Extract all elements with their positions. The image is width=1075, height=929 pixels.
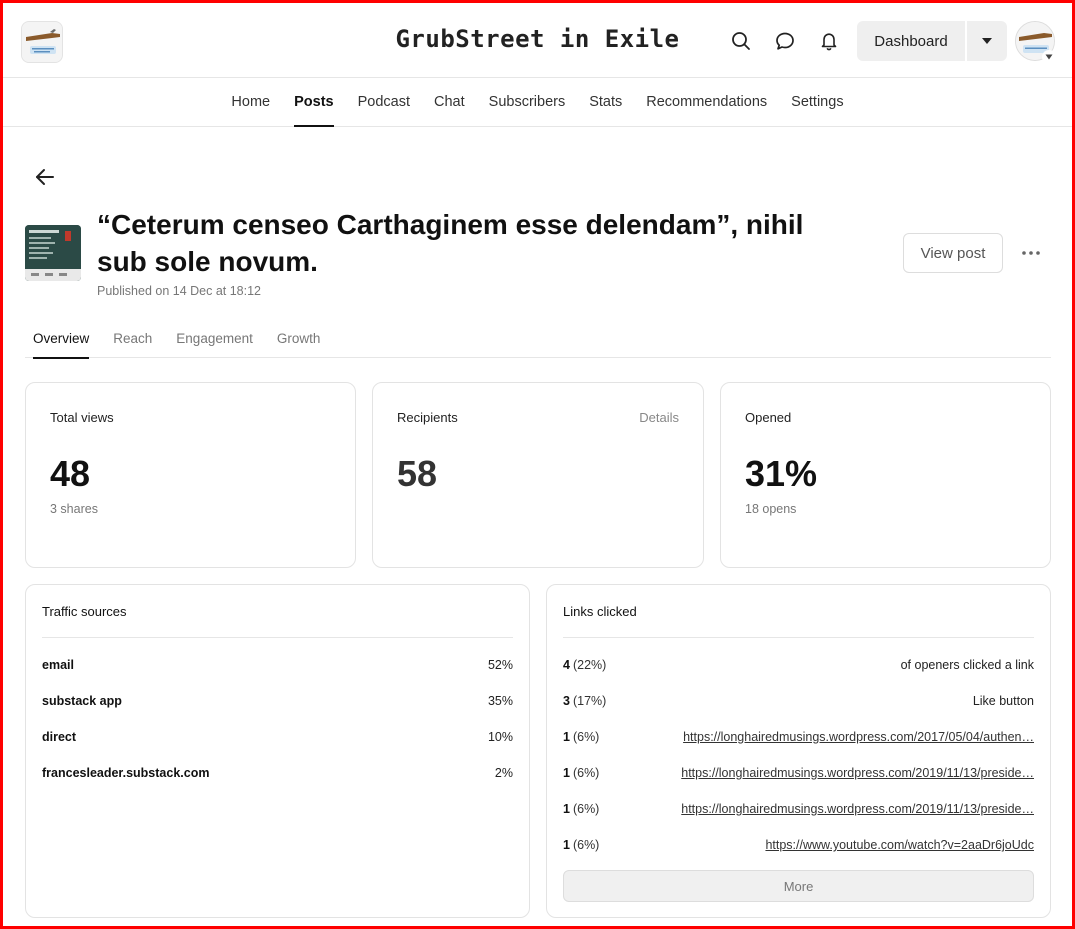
clicked-link[interactable]: https://www.youtube.com/watch?v=2aaDr6jo… bbox=[765, 838, 1034, 852]
list-item: 1 (6%) https://www.youtube.com/watch?v=2… bbox=[563, 835, 1034, 855]
total-views-card: Total views 48 3 shares bbox=[25, 382, 356, 568]
chat-icon[interactable] bbox=[773, 29, 797, 53]
traffic-source-name: email bbox=[42, 658, 74, 672]
traffic-source-pct: 35% bbox=[487, 694, 513, 708]
list-item: 1 (6%) https://longhairedmusings.wordpre… bbox=[563, 799, 1034, 819]
top-bar: GrubStreet in Exile Dashboard bbox=[3, 3, 1072, 78]
click-pct: (22%) bbox=[572, 658, 607, 672]
caret-down-icon bbox=[982, 38, 992, 44]
recipients-details-link[interactable]: Details bbox=[639, 410, 679, 425]
more-links-button[interactable]: More bbox=[563, 870, 1034, 902]
dashboard-dropdown-button[interactable] bbox=[967, 21, 1007, 61]
post-title: “Ceterum censeo Carthaginem esse delenda… bbox=[97, 209, 804, 277]
recipients-value: 58 bbox=[397, 453, 438, 494]
traffic-source-pct: 10% bbox=[487, 730, 513, 744]
traffic-sources-title: Traffic sources bbox=[42, 604, 127, 619]
nav-recommendations[interactable]: Recommendations bbox=[646, 78, 767, 127]
nav-home[interactable]: Home bbox=[231, 78, 270, 127]
traffic-source-pct: 52% bbox=[487, 658, 513, 672]
click-count: 1 bbox=[563, 802, 570, 816]
click-pct: (6%) bbox=[572, 730, 600, 744]
nav-stats[interactable]: Stats bbox=[589, 78, 622, 127]
nav-subscribers[interactable]: Subscribers bbox=[489, 78, 566, 127]
click-label: Like button bbox=[972, 694, 1034, 708]
list-item: 4 (22%) of openers clicked a link bbox=[563, 655, 1034, 675]
list-item: 3 (17%) Like button bbox=[563, 691, 1034, 711]
recipients-card: Recipients Details 58 bbox=[372, 382, 704, 568]
divider bbox=[42, 637, 513, 638]
bell-icon[interactable] bbox=[817, 29, 841, 53]
dashboard-button[interactable]: Dashboard bbox=[857, 21, 965, 61]
click-pct: (17%) bbox=[572, 694, 607, 708]
nav-podcast[interactable]: Podcast bbox=[358, 78, 410, 127]
click-count: 1 bbox=[563, 838, 570, 852]
total-views-value: 48 bbox=[50, 453, 91, 494]
clicked-link[interactable]: https://longhairedmusings.wordpress.com/… bbox=[681, 802, 1034, 816]
table-row: email 52% bbox=[42, 655, 513, 675]
back-arrow-icon[interactable] bbox=[33, 165, 57, 189]
stats-tabs: Overview Reach Engagement Growth bbox=[25, 322, 1051, 359]
shares-count: 3 shares bbox=[50, 502, 98, 516]
opened-value: 31% bbox=[745, 453, 818, 494]
traffic-sources-panel: Traffic sources email 52% substack app 3… bbox=[25, 584, 530, 918]
traffic-source-name: francesleader.substack.com bbox=[42, 766, 210, 780]
view-post-button[interactable]: View post bbox=[903, 233, 1003, 273]
click-label: of openers clicked a link bbox=[900, 658, 1034, 672]
table-row: direct 10% bbox=[42, 727, 513, 747]
links-clicked-panel: Links clicked 4 (22%) of openers clicked… bbox=[546, 584, 1051, 918]
click-count: 1 bbox=[563, 766, 570, 780]
post-thumbnail bbox=[25, 225, 81, 281]
traffic-source-pct: 2% bbox=[494, 766, 513, 780]
click-count: 4 bbox=[563, 658, 570, 672]
main-nav: Home Posts Podcast Chat Subscribers Stat… bbox=[3, 78, 1072, 127]
search-icon[interactable] bbox=[729, 29, 753, 53]
table-row: francesleader.substack.com 2% bbox=[42, 763, 513, 783]
tab-reach[interactable]: Reach bbox=[113, 322, 152, 358]
traffic-source-name: substack app bbox=[42, 694, 122, 708]
nav-chat[interactable]: Chat bbox=[434, 78, 465, 127]
clicked-link[interactable]: https://longhairedmusings.wordpress.com/… bbox=[681, 766, 1034, 780]
clicked-link[interactable]: https://longhairedmusings.wordpress.com/… bbox=[683, 730, 1034, 744]
more-options-icon[interactable] bbox=[1018, 241, 1044, 265]
nav-posts[interactable]: Posts bbox=[294, 78, 334, 127]
click-count: 1 bbox=[563, 730, 570, 744]
click-pct: (6%) bbox=[572, 766, 600, 780]
opens-count: 18 opens bbox=[745, 502, 797, 516]
list-item: 1 (6%) https://longhairedmusings.wordpre… bbox=[563, 727, 1034, 747]
table-row: substack app 35% bbox=[42, 691, 513, 711]
list-item: 1 (6%) https://longhairedmusings.wordpre… bbox=[563, 763, 1034, 783]
click-count: 3 bbox=[563, 694, 570, 708]
recipients-label: Recipients bbox=[397, 410, 458, 425]
click-pct: (6%) bbox=[572, 838, 600, 852]
tab-overview[interactable]: Overview bbox=[33, 322, 90, 359]
divider bbox=[563, 637, 1034, 638]
nav-settings[interactable]: Settings bbox=[791, 78, 843, 127]
opened-card: Opened 31% 18 opens bbox=[720, 382, 1051, 568]
post-published-date: Published on 14 Dec at 18:12 bbox=[97, 284, 262, 298]
opened-label: Opened bbox=[745, 410, 792, 425]
links-clicked-title: Links clicked bbox=[563, 604, 637, 619]
tab-growth[interactable]: Growth bbox=[277, 322, 321, 358]
click-pct: (6%) bbox=[572, 802, 600, 816]
traffic-source-name: direct bbox=[42, 730, 77, 744]
total-views-label: Total views bbox=[50, 410, 114, 425]
tab-engagement[interactable]: Engagement bbox=[176, 322, 253, 358]
avatar-menu-caret-icon[interactable] bbox=[1042, 50, 1056, 64]
